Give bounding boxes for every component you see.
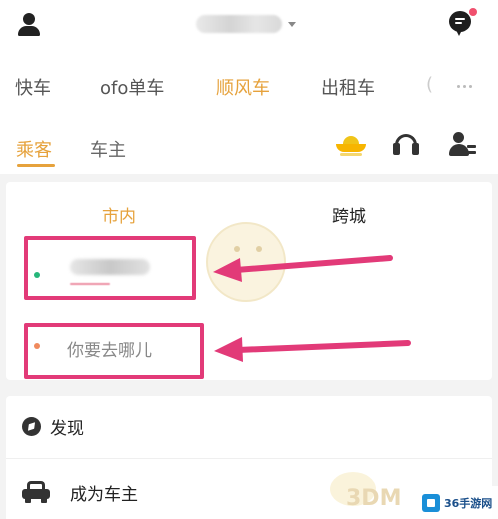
person-icon[interactable] xyxy=(18,13,40,37)
tab-taxi[interactable]: 出租车 xyxy=(321,74,375,100)
more-dots-icon[interactable] xyxy=(457,85,473,89)
tab-shunfengche[interactable]: 顺风车 xyxy=(216,74,270,100)
tab-kuaiche[interactable]: 快车 xyxy=(15,74,51,100)
annotation-box-origin xyxy=(24,236,196,300)
annotation-box-destination xyxy=(24,323,204,379)
list-item-become-driver[interactable]: 成为车主 xyxy=(22,474,138,510)
discover-title: 发现 xyxy=(50,418,84,439)
mascot-watermark xyxy=(196,214,300,306)
active-tab-indicator xyxy=(17,164,55,167)
tab-driver[interactable]: 车主 xyxy=(90,136,126,162)
message-bubble-icon[interactable] xyxy=(449,8,477,37)
car-icon xyxy=(22,481,50,503)
role-bar: 乘客 车主 xyxy=(0,112,498,174)
top-bar xyxy=(0,0,498,60)
become-driver-label: 成为车主 xyxy=(70,484,138,505)
service-tab-bar: 快车 ofo单车 顺风车 出租车 ( xyxy=(0,60,498,112)
discover-header: 发现 xyxy=(22,414,84,439)
city-label-blurred xyxy=(196,15,282,33)
tab-local[interactable]: 市内 xyxy=(102,202,136,227)
chevron-down-icon xyxy=(288,21,296,27)
site-watermark: 36手游网 xyxy=(418,486,498,519)
gold-ingot-icon[interactable] xyxy=(336,134,366,158)
headset-icon[interactable] xyxy=(393,132,419,158)
tab-intercity[interactable]: 跨城 xyxy=(332,202,366,227)
tab-passenger[interactable]: 乘客 xyxy=(16,136,52,162)
site-logo-icon xyxy=(422,493,440,512)
notification-badge xyxy=(469,8,477,16)
compass-icon xyxy=(22,416,41,436)
3dm-watermark: 3DM xyxy=(330,472,406,516)
driver-profile-icon[interactable] xyxy=(449,132,477,158)
tab-ofo-bike[interactable]: ofo单车 xyxy=(100,74,164,100)
city-selector[interactable] xyxy=(196,12,306,36)
